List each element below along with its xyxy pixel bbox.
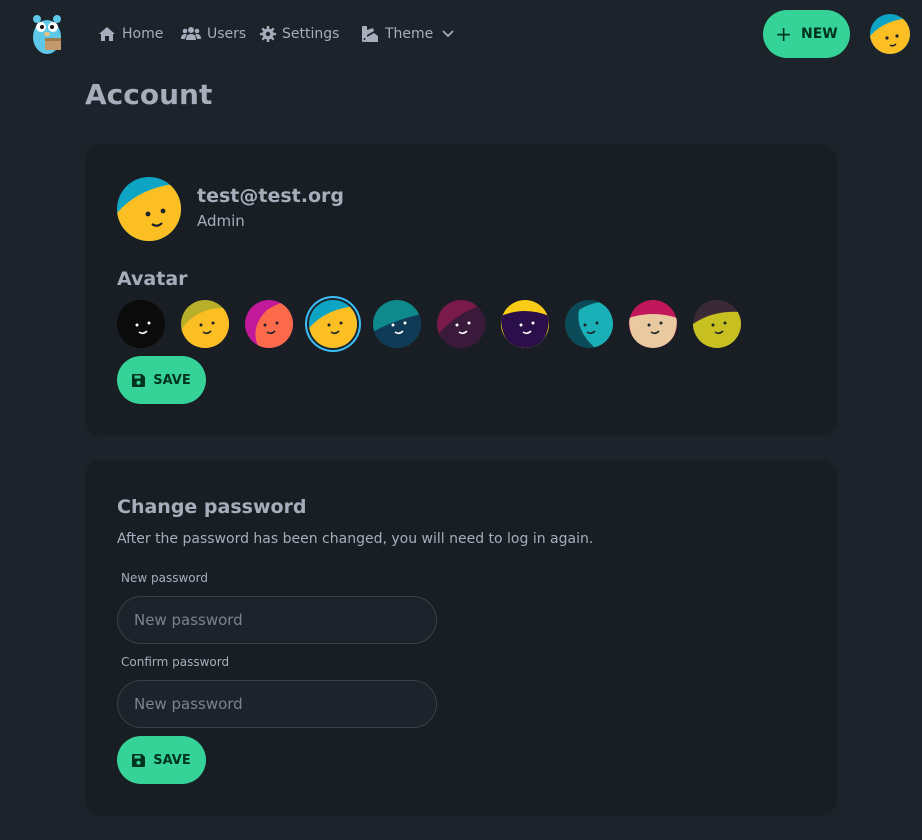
nav-users[interactable]: Users — [181, 22, 246, 46]
new-password-input[interactable] — [117, 596, 437, 644]
change-password-card: Change password After the password has b… — [85, 460, 837, 816]
page-title: Account — [85, 78, 213, 111]
nav-settings[interactable]: Settings — [260, 22, 339, 46]
save-password-label: SAVE — [153, 752, 191, 768]
profile-email: test@test.org — [197, 185, 344, 207]
profile-avatar — [117, 177, 181, 241]
change-password-description: After the password has been changed, you… — [117, 531, 594, 547]
nav-home[interactable]: Home — [98, 22, 163, 46]
app-logo[interactable] — [28, 12, 68, 56]
avatar-option[interactable] — [565, 300, 613, 348]
avatar-option[interactable] — [693, 300, 741, 348]
new-password-label: New password — [121, 571, 208, 585]
top-navbar: Home Users Settings Theme + NEW — [0, 0, 922, 68]
avatar-option[interactable] — [181, 300, 229, 348]
save-icon — [132, 753, 146, 767]
avatar-option[interactable] — [373, 300, 421, 348]
users-icon — [181, 27, 201, 40]
user-avatar-menu[interactable] — [870, 14, 910, 54]
chevron-down-icon — [442, 30, 454, 38]
avatar-option[interactable] — [437, 300, 485, 348]
avatar-option[interactable] — [501, 300, 549, 348]
save-password-button[interactable]: SAVE — [117, 736, 206, 784]
confirm-password-label: Confirm password — [121, 655, 230, 669]
gear-icon — [260, 26, 276, 42]
nav-settings-label: Settings — [282, 26, 340, 42]
confirm-password-input[interactable] — [117, 680, 437, 728]
nav-theme-dropdown[interactable]: Theme — [362, 22, 455, 46]
profile-role: Admin — [197, 212, 245, 230]
save-icon — [132, 373, 146, 387]
avatar-option[interactable] — [245, 300, 293, 348]
avatar-options — [117, 300, 757, 348]
save-avatar-button[interactable]: SAVE — [117, 356, 206, 404]
change-password-title: Change password — [117, 496, 307, 518]
avatar-option[interactable] — [309, 300, 357, 348]
save-avatar-label: SAVE — [153, 372, 191, 388]
nav-home-label: Home — [122, 26, 164, 42]
avatar-option[interactable] — [629, 300, 677, 348]
avatar-option[interactable] — [117, 300, 165, 348]
home-icon — [99, 27, 115, 41]
palette-icon — [362, 26, 378, 42]
nav-theme-label: Theme — [385, 26, 434, 42]
nav-users-label: Users — [207, 26, 247, 42]
avatar-section-title: Avatar — [117, 268, 188, 290]
plus-icon: + — [775, 22, 793, 46]
profile-card: test@test.org Admin Avatar SAVE — [85, 144, 837, 436]
new-button[interactable]: + NEW — [763, 10, 850, 58]
new-button-label: NEW — [801, 26, 838, 42]
